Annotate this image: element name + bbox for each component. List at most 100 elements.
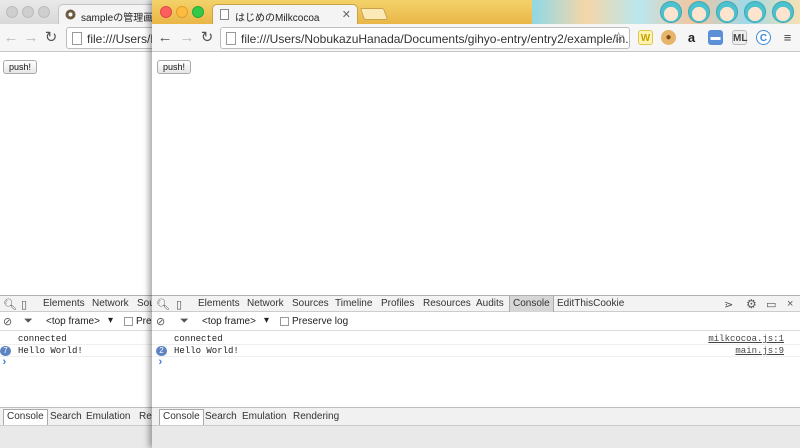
- console-filter-bar: ⊘ ⏷ <top frame> ▾ Pres: [0, 312, 152, 331]
- devtools-tab-resources[interactable]: Resources: [423, 298, 471, 309]
- devtools-tab-network[interactable]: Network: [247, 298, 284, 309]
- w-icon[interactable]: W: [638, 30, 653, 45]
- console-output: connected milkcocoa.js:1 2 Hello World! …: [152, 331, 800, 407]
- devtools-tab-audits[interactable]: Audits: [476, 298, 504, 309]
- device-mode-icon[interactable]: ▯: [176, 298, 182, 311]
- tab-favicon-icon: [65, 9, 76, 20]
- preserve-log-checkbox[interactable]: [280, 317, 289, 326]
- address-bar[interactable]: file:///Users/No: [66, 27, 152, 49]
- gear-icon[interactable]: ⚙: [746, 297, 757, 311]
- frame-selector[interactable]: <top frame>: [202, 316, 256, 327]
- search-icon[interactable]: 🔍︎: [156, 298, 170, 311]
- drawer-tab-console[interactable]: Console: [3, 409, 48, 425]
- clear-console-icon[interactable]: ⊘: [156, 315, 165, 328]
- background-browser-window[interactable]: sampleの管理画面 ← → ↻ file:///Users/No push!…: [0, 0, 152, 448]
- reload-icon[interactable]: ↻: [198, 29, 216, 47]
- chevron-down-icon[interactable]: ▾: [264, 315, 269, 326]
- back-arrow-icon[interactable]: ←: [156, 29, 174, 47]
- close-window-button[interactable]: [6, 6, 18, 18]
- log-message: connected: [18, 334, 67, 344]
- drawer-tab-rendering[interactable]: Rendering: [293, 411, 339, 422]
- drawer-tab-emulation[interactable]: Emulation: [86, 411, 130, 422]
- minimize-window-button[interactable]: [176, 6, 188, 18]
- devtools-tab-profiles[interactable]: Profiles: [381, 298, 414, 309]
- tab-title: sampleの管理画面: [81, 13, 152, 24]
- tab-title: はじめのMilkcocoa: [235, 13, 320, 24]
- console-prompt-icon[interactable]: ›: [1, 357, 8, 369]
- log-line: connected milkcocoa.js:1: [152, 333, 800, 345]
- preserve-log-label: Preserve log: [292, 316, 349, 327]
- dock-side-icon[interactable]: ▭: [766, 298, 776, 311]
- devtools-tab-console[interactable]: Console: [509, 296, 554, 312]
- ml-icon[interactable]: ML: [732, 30, 747, 45]
- console-filter-bar: ⊘ ⏷ <top frame> ▾ Preserve log: [152, 312, 800, 331]
- log-source-link[interactable]: milkcocoa.js:1: [708, 334, 784, 344]
- devtools-tab-sources[interactable]: Sou: [137, 298, 152, 309]
- log-line: 2 Hello World! main.js:9: [152, 345, 800, 357]
- forward-arrow-icon[interactable]: →: [178, 29, 196, 47]
- active-browser-window[interactable]: はじめのMilkcocoa ✕ ← → ↻ file:///Users/Nobu…: [152, 0, 800, 448]
- close-devtools-icon[interactable]: ×: [787, 298, 793, 310]
- c-icon[interactable]: C: [756, 30, 771, 45]
- devtools-tab-elements[interactable]: Elements: [43, 298, 85, 309]
- reload-icon[interactable]: ↻: [42, 29, 60, 47]
- menu-icon[interactable]: ≡: [780, 30, 795, 45]
- drawer-tab-console[interactable]: Console: [159, 409, 204, 425]
- zoom-window-button[interactable]: [38, 6, 50, 18]
- page-icon: [226, 32, 236, 45]
- repeat-count-badge: 7: [0, 346, 11, 356]
- log-source-link[interactable]: main.js:9: [735, 346, 784, 356]
- drawer-tabbar: Console Search Emulation Rendering: [152, 408, 800, 426]
- devtools-tab-timeline[interactable]: Timeline: [335, 298, 372, 309]
- address-text: file:///Users/NobukazuHanada/Documents/g…: [241, 32, 630, 46]
- page-content: push!: [152, 52, 800, 295]
- console-output: connected 7 Hello World! ›: [0, 331, 152, 407]
- browser-toolbar: ← → ↻ file:///Users/NobukazuHanada/Docum…: [152, 24, 800, 52]
- drawer-tab-emulation[interactable]: Emulation: [242, 411, 286, 422]
- cookie-icon[interactable]: ●: [661, 30, 676, 45]
- close-tab-icon[interactable]: ✕: [342, 8, 351, 21]
- log-message: Hello World!: [18, 346, 83, 356]
- theme-character: [688, 1, 710, 23]
- devtools-tab-editthiscookie[interactable]: EditThisCookie: [557, 298, 624, 309]
- devtools-tab-network[interactable]: Network: [92, 298, 129, 309]
- page-icon: [72, 32, 82, 45]
- back-arrow-icon[interactable]: ←: [2, 29, 20, 47]
- devtools-tab-sources[interactable]: Sources: [292, 298, 329, 309]
- filter-icon[interactable]: ⏷: [180, 315, 189, 328]
- devtools-tabbar: 🔍︎ ▯ Elements Network Sources Timeline P…: [152, 295, 800, 312]
- chat-icon[interactable]: ▬: [708, 30, 723, 45]
- drawer-tab-search[interactable]: Search: [50, 411, 82, 422]
- devtools-drawer: Console Search Emulation Re: [0, 407, 152, 448]
- browser-tab[interactable]: sampleの管理画面: [58, 4, 152, 24]
- page-content: push!: [0, 52, 152, 295]
- drawer-tab-search[interactable]: Search: [205, 411, 237, 422]
- chevron-down-icon[interactable]: ▾: [108, 315, 113, 326]
- push-button[interactable]: push!: [157, 60, 192, 74]
- device-mode-icon[interactable]: ▯: [21, 298, 27, 311]
- filter-icon[interactable]: ⏷: [24, 315, 33, 328]
- titlebar: sampleの管理画面: [0, 0, 152, 24]
- amazon-icon[interactable]: a: [684, 30, 699, 45]
- devtools-tab-elements[interactable]: Elements: [198, 298, 240, 309]
- clear-console-icon[interactable]: ⊘: [3, 315, 12, 328]
- minimize-window-button[interactable]: [22, 6, 34, 18]
- new-tab-button[interactable]: [359, 8, 389, 20]
- preserve-log-checkbox[interactable]: [124, 317, 133, 326]
- browser-tab[interactable]: はじめのMilkcocoa ✕: [212, 4, 358, 24]
- console-prompt-icon[interactable]: ›: [157, 357, 164, 369]
- show-drawer-icon[interactable]: ⋗: [724, 298, 733, 311]
- forward-arrow-icon[interactable]: →: [22, 29, 40, 47]
- search-icon[interactable]: 🔍︎: [3, 298, 17, 311]
- theme-character: [744, 1, 766, 23]
- close-window-button[interactable]: [160, 6, 172, 18]
- zoom-window-button[interactable]: [192, 6, 204, 18]
- address-bar[interactable]: file:///Users/NobukazuHanada/Documents/g…: [220, 27, 630, 49]
- push-button[interactable]: push!: [3, 60, 38, 74]
- bookmark-star-icon[interactable]: ☆: [612, 29, 625, 46]
- frame-selector[interactable]: <top frame>: [46, 316, 100, 327]
- theme-character: [772, 1, 794, 23]
- drawer-tab-rendering[interactable]: Re: [139, 411, 152, 422]
- browser-toolbar: ← → ↻ file:///Users/No: [0, 24, 152, 52]
- titlebar: はじめのMilkcocoa ✕: [152, 0, 800, 24]
